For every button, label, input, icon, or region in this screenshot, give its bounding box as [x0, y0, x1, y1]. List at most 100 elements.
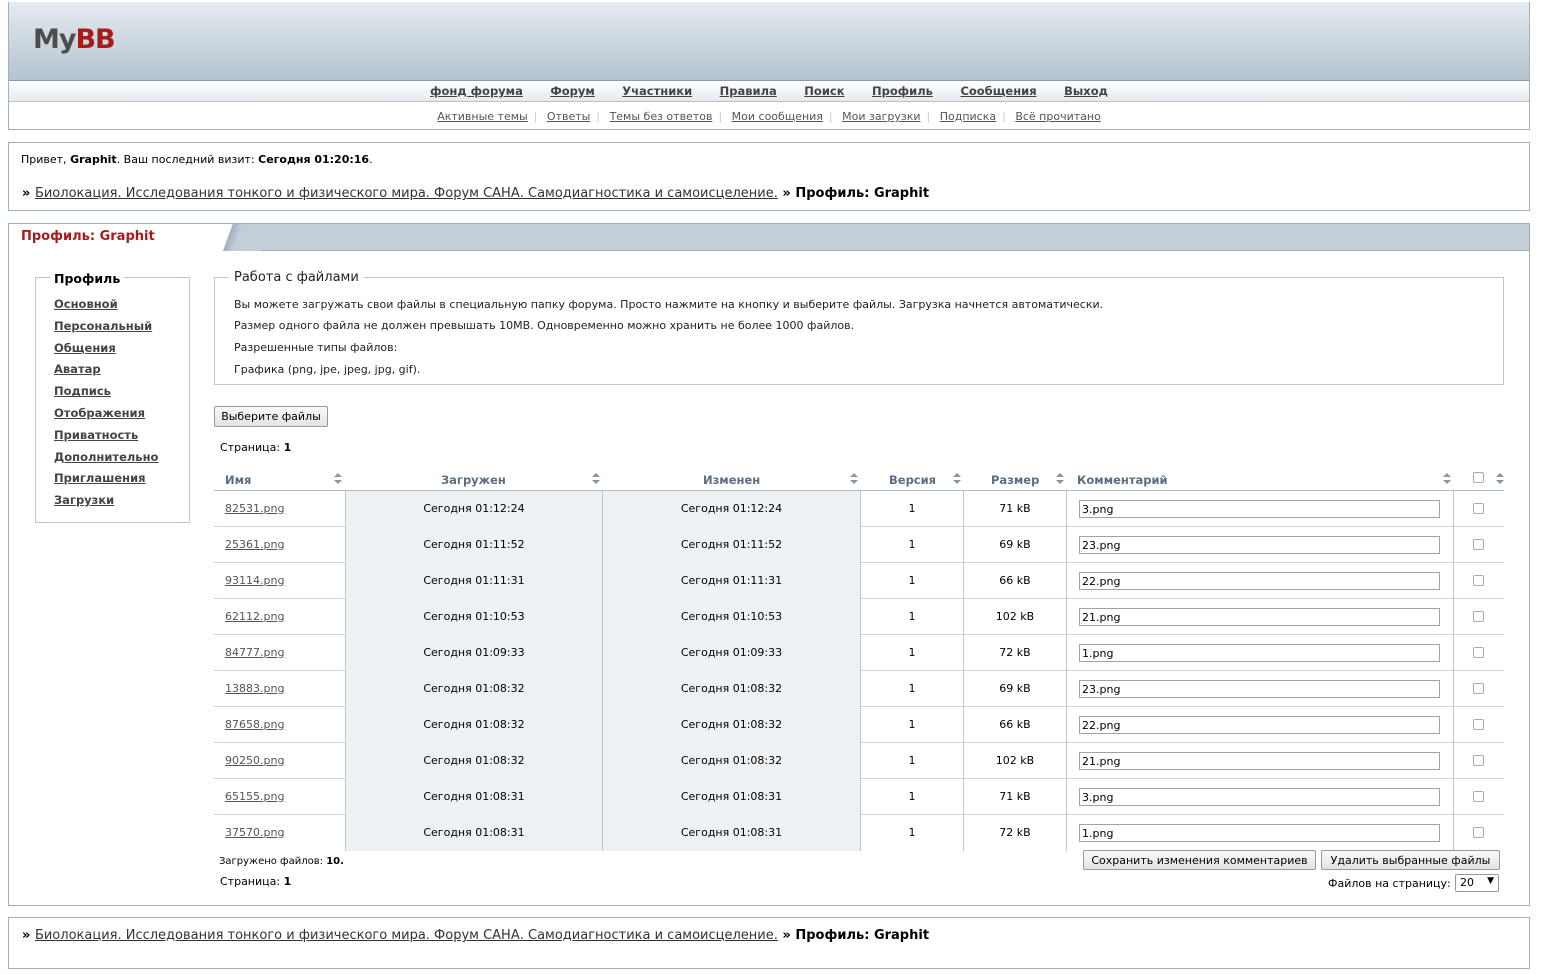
sidebar-item-display[interactable]: Отображения — [54, 406, 145, 420]
comment-input[interactable] — [1079, 824, 1440, 842]
row-checkbox[interactable] — [1473, 791, 1484, 802]
nav-subscriptions[interactable]: Подписка — [934, 110, 1002, 123]
row-checkbox[interactable] — [1473, 827, 1484, 838]
table-row: 25361.png Сегодня 01:11:52 Сегодня 01:11:5… — [214, 527, 1504, 563]
modified-cell: Сегодня 01:11:52 — [603, 527, 861, 563]
nav-search[interactable]: Поиск — [804, 84, 844, 98]
nav-mark-read[interactable]: Всё прочитано — [1009, 110, 1106, 123]
col-version[interactable]: Версия — [889, 473, 936, 487]
profile-sidebar: Профиль Основной Персональный Общения Ав… — [35, 271, 190, 523]
comment-input[interactable] — [1079, 680, 1440, 698]
nav-my-uploads[interactable]: Мои загрузки — [836, 110, 926, 123]
sort-uploaded-icon[interactable] — [592, 473, 600, 485]
delete-files-button[interactable]: Удалить выбранные файлы — [1321, 850, 1500, 870]
col-comment[interactable]: Комментарий — [1077, 473, 1168, 487]
file-name-cell: 84777.png — [214, 635, 345, 671]
table-row: 87658.png Сегодня 01:08:32 Сегодня 01:08:3… — [214, 707, 1504, 743]
row-checkbox[interactable] — [1473, 755, 1484, 766]
comment-input[interactable] — [1079, 752, 1440, 770]
comment-input[interactable] — [1079, 716, 1440, 734]
nav-logout[interactable]: Выход — [1064, 84, 1108, 98]
sidebar-item-avatar[interactable]: Аватар — [54, 362, 101, 376]
sidebar-item-main[interactable]: Основной — [54, 297, 118, 311]
sidebar-item-signature[interactable]: Подпись — [54, 384, 111, 398]
sort-select-icon[interactable] — [1496, 473, 1504, 485]
comment-input[interactable] — [1079, 788, 1440, 806]
nav-fund[interactable]: фонд форума — [430, 84, 523, 98]
size-cell: 71 kB — [964, 779, 1067, 815]
col-size[interactable]: Размер — [991, 473, 1039, 487]
file-link[interactable]: 82531.png — [225, 502, 284, 515]
file-link[interactable]: 65155.png — [225, 790, 284, 803]
comment-input[interactable] — [1079, 500, 1440, 518]
file-name-cell: 82531.png — [214, 491, 345, 527]
comment-cell — [1067, 671, 1454, 707]
comment-cell — [1067, 635, 1454, 671]
save-comments-button[interactable]: Сохранить изменения комментариев — [1083, 850, 1316, 870]
nav-my-posts[interactable]: Мои сообщения — [726, 110, 829, 123]
select-all-checkbox[interactable] — [1473, 472, 1484, 483]
row-checkbox[interactable] — [1473, 719, 1484, 730]
nav-messages[interactable]: Сообщения — [960, 84, 1036, 98]
files-info-box: Работа с файлами Вы можете загружать сво… — [214, 270, 1504, 385]
nav-active-topics[interactable]: Активные темы — [431, 110, 534, 123]
file-link[interactable]: 93114.png — [225, 574, 284, 587]
col-modified[interactable]: Изменен — [703, 473, 760, 487]
breadcrumb: » Биолокация. Исследования тонкого и физ… — [22, 186, 930, 201]
breadcrumb-forum-link[interactable]: Биолокация. Исследования тонкого и физич… — [35, 186, 778, 201]
file-link[interactable]: 90250.png — [225, 754, 284, 767]
file-link[interactable]: 37570.png — [225, 826, 284, 839]
sidebar-item-uploads[interactable]: Загрузки — [54, 493, 114, 507]
row-checkbox[interactable] — [1473, 611, 1484, 622]
nav-members[interactable]: Участники — [622, 84, 692, 98]
nav-unanswered[interactable]: Темы без ответов — [604, 110, 719, 123]
sidebar-item-additional[interactable]: Дополнительно — [54, 450, 158, 464]
comment-input[interactable] — [1079, 536, 1440, 554]
row-checkbox[interactable] — [1473, 539, 1484, 550]
sort-modified-icon[interactable] — [850, 473, 858, 485]
last-visit: Сегодня 01:20:16 — [258, 153, 370, 166]
row-checkbox[interactable] — [1473, 683, 1484, 694]
file-link[interactable]: 13883.png — [225, 682, 284, 695]
breadcrumb-current: Профиль: Graphit — [795, 186, 930, 201]
modified-cell: Сегодня 01:08:31 — [603, 779, 861, 815]
uploaded-cell: Сегодня 01:08:32 — [345, 743, 603, 779]
sidebar-item-personal[interactable]: Персональный — [54, 319, 152, 333]
row-checkbox[interactable] — [1473, 503, 1484, 514]
files-info-line: Разрешенные типы файлов: — [234, 341, 398, 354]
size-cell: 71 kB — [964, 491, 1067, 527]
breadcrumb-forum-link[interactable]: Биолокация. Исследования тонкого и физич… — [35, 928, 778, 943]
comment-cell — [1067, 599, 1454, 635]
file-link[interactable]: 84777.png — [225, 646, 284, 659]
nav-forum[interactable]: Форум — [550, 84, 594, 98]
file-link[interactable]: 62112.png — [225, 610, 284, 623]
row-checkbox[interactable] — [1473, 647, 1484, 658]
modified-cell: Сегодня 01:12:24 — [603, 491, 861, 527]
comment-input[interactable] — [1079, 608, 1440, 626]
table-row: 13883.png Сегодня 01:08:32 Сегодня 01:08:3… — [214, 671, 1504, 707]
nav-replies[interactable]: Ответы — [541, 110, 596, 123]
choose-files-button[interactable]: Выберите файлы — [214, 406, 328, 427]
sidebar-item-invitations[interactable]: Приглашения — [54, 471, 146, 485]
file-link[interactable]: 25361.png — [225, 538, 284, 551]
uploaded-cell: Сегодня 01:11:31 — [345, 563, 603, 599]
comment-input[interactable] — [1079, 572, 1440, 590]
col-uploaded[interactable]: Загружен — [441, 473, 506, 487]
sort-version-icon[interactable] — [953, 473, 961, 485]
nav-rules[interactable]: Правила — [720, 84, 777, 98]
nav-profile[interactable]: Профиль — [872, 84, 933, 98]
sidebar-item-communication[interactable]: Общения — [54, 341, 116, 355]
sort-comment-icon[interactable] — [1443, 473, 1451, 485]
forum-logo[interactable]: MyBB — [33, 24, 116, 55]
uploaded-cell: Сегодня 01:11:52 — [345, 527, 603, 563]
sort-size-icon[interactable] — [1056, 473, 1064, 485]
sidebar-item-privacy[interactable]: Приватность — [54, 428, 138, 442]
comment-input[interactable] — [1079, 644, 1440, 662]
per-page-select[interactable]: 20 ▼ — [1455, 874, 1499, 892]
row-checkbox[interactable] — [1473, 575, 1484, 586]
banner: MyBB — [9, 2, 1529, 81]
col-name[interactable]: Имя — [225, 473, 251, 487]
uploaded-cell: Сегодня 01:08:32 — [345, 671, 603, 707]
sort-name-icon[interactable] — [334, 473, 342, 485]
file-link[interactable]: 87658.png — [225, 718, 284, 731]
